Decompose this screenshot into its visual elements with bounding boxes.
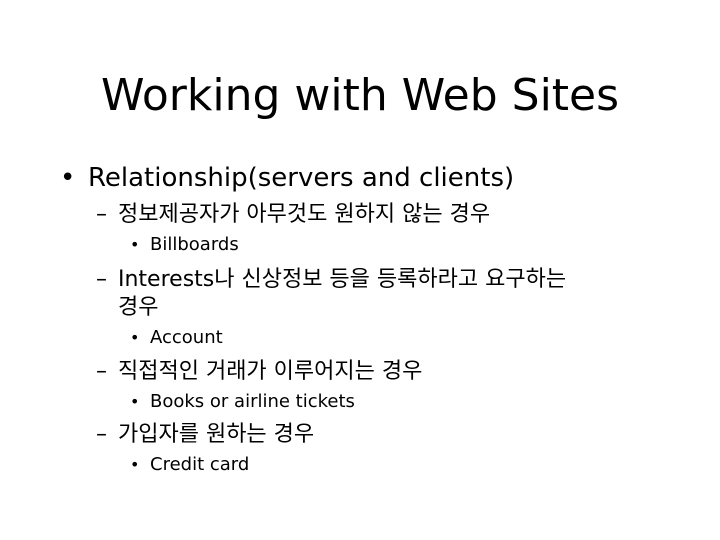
sub-sub-bullet: • Account bbox=[130, 327, 223, 349]
dash-marker: – bbox=[96, 422, 107, 447]
sub-bullet-text-cont: 경우 bbox=[118, 295, 159, 320]
bullet-marker: • bbox=[60, 163, 76, 193]
dash-marker: – bbox=[96, 267, 107, 292]
sub-sub-bullet-text: Account bbox=[150, 327, 223, 348]
sub-bullet: – 직접적인 거래가 이루어지는 경우 bbox=[96, 357, 422, 387]
sub-bullet-continuation: 경우 bbox=[118, 293, 158, 323]
sub-bullet: – 정보제공자가 아무것도 원하지 않는 경우 bbox=[96, 200, 490, 230]
sub-bullet-text: 직접적인 거래가 이루어지는 경우 bbox=[118, 359, 423, 384]
sub-sub-bullet-text: Billboards bbox=[150, 234, 239, 255]
bullet-marker: • bbox=[130, 392, 140, 411]
sub-sub-bullet-text: Credit card bbox=[150, 454, 250, 475]
sub-bullet-text: 정보제공자가 아무것도 원하지 않는 경우 bbox=[118, 202, 491, 227]
bullet-text: Relationship(servers and clients) bbox=[88, 163, 515, 193]
sub-bullet: – 가입자를 원하는 경우 bbox=[96, 420, 314, 450]
dash-marker: – bbox=[96, 202, 107, 227]
sub-bullet: – Interests나 신상정보 등을 등록하라고 요구하는 bbox=[96, 265, 566, 295]
sub-sub-bullet: • Billboards bbox=[130, 234, 239, 256]
sub-bullet-text: Interests나 신상정보 등을 등록하라고 요구하는 bbox=[118, 267, 567, 292]
sub-bullet-text: 가입자를 원하는 경우 bbox=[118, 422, 315, 447]
bullet-level1: • Relationship(servers and clients) bbox=[60, 162, 514, 194]
slide-title: Working with Web Sites bbox=[100, 70, 620, 121]
sub-sub-bullet: • Credit card bbox=[130, 454, 249, 476]
bullet-marker: • bbox=[130, 455, 140, 474]
bullet-marker: • bbox=[130, 235, 140, 254]
sub-sub-bullet-text: Books or airline tickets bbox=[150, 391, 355, 412]
dash-marker: – bbox=[96, 359, 107, 384]
sub-sub-bullet: • Books or airline tickets bbox=[130, 391, 355, 413]
bullet-marker: • bbox=[130, 328, 140, 347]
